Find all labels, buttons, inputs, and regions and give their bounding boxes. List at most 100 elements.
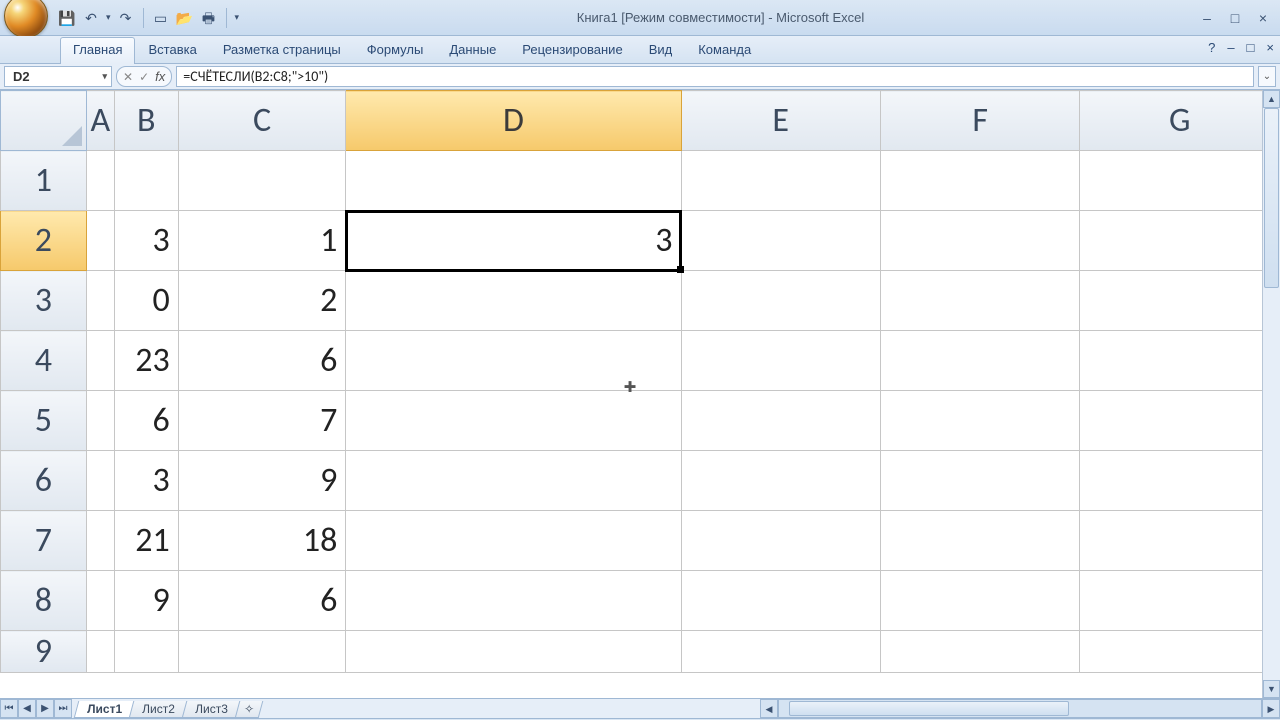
cell-d6[interactable] — [346, 451, 681, 511]
row-header-9[interactable]: 9 — [1, 631, 87, 673]
select-all-corner[interactable] — [1, 91, 87, 151]
vertical-scrollbar[interactable]: ▲ ▼ — [1262, 90, 1280, 698]
cell-b8[interactable]: 9 — [114, 571, 178, 631]
cell-f5[interactable] — [880, 391, 1079, 451]
tab-team[interactable]: Команда — [685, 37, 764, 64]
cell-f2[interactable] — [880, 211, 1079, 271]
cell-d4[interactable] — [346, 331, 681, 391]
cell-g3[interactable] — [1080, 271, 1280, 331]
scroll-down-button[interactable]: ▼ — [1263, 680, 1280, 698]
cell-f6[interactable] — [880, 451, 1079, 511]
workbook-close-button[interactable]: × — [1260, 36, 1280, 63]
cell-e6[interactable] — [681, 451, 880, 511]
undo-icon[interactable]: ↶ — [82, 9, 100, 27]
cell-e9[interactable] — [681, 631, 880, 673]
column-header-e[interactable]: E — [681, 91, 880, 151]
office-button[interactable] — [4, 0, 48, 38]
cell-c3[interactable]: 2 — [178, 271, 346, 331]
column-header-b[interactable]: B — [114, 91, 178, 151]
cell-a9[interactable] — [86, 631, 114, 673]
cell-b9[interactable] — [114, 631, 178, 673]
sheet-tab-1[interactable]: Лист1 — [74, 701, 136, 718]
cell-d9[interactable] — [346, 631, 681, 673]
help-icon[interactable]: ? — [1202, 36, 1221, 63]
cell-d3[interactable] — [346, 271, 681, 331]
row-header-2[interactable]: 2 — [1, 211, 87, 271]
column-header-d[interactable]: D — [346, 91, 681, 151]
close-button[interactable]: × — [1254, 9, 1272, 27]
cell-e5[interactable] — [681, 391, 880, 451]
redo-icon[interactable]: ↷ — [117, 9, 135, 27]
cell-d5[interactable] — [346, 391, 681, 451]
cell-d1[interactable] — [346, 151, 681, 211]
hscroll-thumb[interactable] — [789, 701, 1069, 716]
maximize-button[interactable]: □ — [1226, 9, 1244, 27]
cell-d8[interactable] — [346, 571, 681, 631]
cell-c9[interactable] — [178, 631, 346, 673]
scroll-right-button[interactable]: ▶ — [1262, 699, 1280, 718]
tab-page-layout[interactable]: Разметка страницы — [210, 37, 354, 64]
cell-d7[interactable] — [346, 511, 681, 571]
cell-c2[interactable]: 1 — [178, 211, 346, 271]
cell-e8[interactable] — [681, 571, 880, 631]
prev-sheet-button[interactable]: ◀ — [18, 699, 36, 718]
cell-c8[interactable]: 6 — [178, 571, 346, 631]
confirm-formula-icon[interactable]: ✓ — [139, 70, 149, 84]
cell-a4[interactable] — [86, 331, 114, 391]
cell-f8[interactable] — [880, 571, 1079, 631]
cell-a5[interactable] — [86, 391, 114, 451]
cell-g6[interactable] — [1080, 451, 1280, 511]
cell-g1[interactable] — [1080, 151, 1280, 211]
cell-b4[interactable]: 23 — [114, 331, 178, 391]
row-header-8[interactable]: 8 — [1, 571, 87, 631]
cell-g9[interactable] — [1080, 631, 1280, 673]
undo-dropdown-icon[interactable]: ▾ — [106, 12, 111, 23]
cell-g2[interactable] — [1080, 211, 1280, 271]
cell-e7[interactable] — [681, 511, 880, 571]
insert-sheet-button[interactable]: ✧ — [234, 701, 263, 718]
row-header-6[interactable]: 6 — [1, 451, 87, 511]
tab-view[interactable]: Вид — [636, 37, 686, 64]
row-header-4[interactable]: 4 — [1, 331, 87, 391]
cell-b6[interactable]: 3 — [114, 451, 178, 511]
horizontal-scrollbar[interactable]: ◀ ▶ — [760, 699, 1280, 718]
row-header-1[interactable]: 1 — [1, 151, 87, 211]
cell-f3[interactable] — [880, 271, 1079, 331]
column-header-a[interactable]: A — [86, 91, 114, 151]
cell-e4[interactable] — [681, 331, 880, 391]
name-box[interactable]: D2 ▾ — [4, 66, 112, 87]
next-sheet-button[interactable]: ▶ — [36, 699, 54, 718]
cell-a7[interactable] — [86, 511, 114, 571]
tab-insert[interactable]: Вставка — [135, 37, 209, 64]
cell-c7[interactable]: 18 — [178, 511, 346, 571]
last-sheet-button[interactable]: ⏭ — [54, 699, 72, 718]
column-header-g[interactable]: G — [1080, 91, 1280, 151]
cell-g7[interactable] — [1080, 511, 1280, 571]
cell-e3[interactable] — [681, 271, 880, 331]
cell-g8[interactable] — [1080, 571, 1280, 631]
scroll-up-button[interactable]: ▲ — [1263, 90, 1280, 108]
vscroll-thumb[interactable] — [1264, 108, 1279, 288]
qat-customize-icon[interactable]: ▾ — [235, 12, 240, 23]
column-header-f[interactable]: F — [880, 91, 1079, 151]
column-header-c[interactable]: C — [178, 91, 346, 151]
tab-formulas[interactable]: Формулы — [354, 37, 437, 64]
row-header-5[interactable]: 5 — [1, 391, 87, 451]
vscroll-track[interactable] — [1263, 108, 1280, 680]
cancel-formula-icon[interactable]: ✕ — [123, 70, 133, 84]
save-icon[interactable]: 💾 — [58, 9, 76, 27]
cell-a1[interactable] — [86, 151, 114, 211]
cell-a3[interactable] — [86, 271, 114, 331]
cell-f1[interactable] — [880, 151, 1079, 211]
cell-b1[interactable] — [114, 151, 178, 211]
first-sheet-button[interactable]: ⏮ — [0, 699, 18, 718]
hscroll-track[interactable] — [778, 699, 1262, 718]
cell-a6[interactable] — [86, 451, 114, 511]
cell-c5[interactable]: 7 — [178, 391, 346, 451]
cell-c4[interactable]: 6 — [178, 331, 346, 391]
insert-function-icon[interactable]: fx — [155, 69, 165, 84]
tab-review[interactable]: Рецензирование — [509, 37, 635, 64]
cell-f7[interactable] — [880, 511, 1079, 571]
new-doc-icon[interactable]: ▭ — [152, 9, 170, 27]
workbook-restore-button[interactable]: □ — [1241, 36, 1261, 63]
